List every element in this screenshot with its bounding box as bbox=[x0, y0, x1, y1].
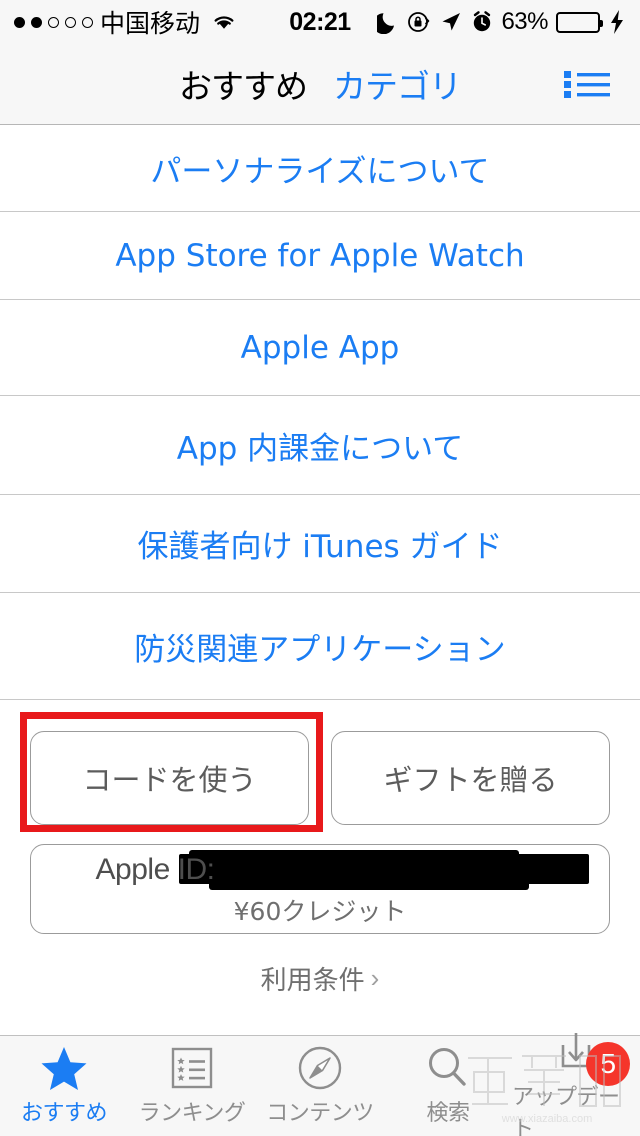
list-bullet-icon[interactable] bbox=[562, 66, 612, 102]
tab-contents[interactable]: コンテンツ bbox=[256, 1036, 384, 1136]
link-label: App 内課金について bbox=[176, 430, 464, 467]
terms-of-use-link[interactable]: 利用条件 › bbox=[0, 960, 640, 997]
tab-label: アップデート bbox=[512, 1085, 620, 1136]
chevron-right-icon: › bbox=[370, 963, 380, 993]
star-icon bbox=[40, 1045, 88, 1091]
link-label: Apple App bbox=[240, 329, 400, 366]
navigation-bar: おすすめ カテゴリ bbox=[0, 44, 640, 125]
location-arrow-icon bbox=[442, 13, 461, 31]
compass-icon bbox=[297, 1045, 343, 1091]
list-item[interactable]: App Store for Apple Watch bbox=[0, 212, 640, 300]
status-bar-clock: 02:21 bbox=[289, 7, 351, 36]
do-not-disturb-moon-icon bbox=[377, 13, 395, 34]
signal-strength-dots bbox=[14, 16, 93, 28]
list-item[interactable]: App 内課金について bbox=[0, 396, 640, 495]
account-action-buttons: コードを使う ギフトを贈る bbox=[0, 731, 640, 825]
list-item[interactable]: 保護者向け iTunes ガイド bbox=[0, 495, 640, 593]
tab-search[interactable]: 検索 bbox=[384, 1036, 512, 1136]
send-gift-label: ギフトを贈る bbox=[383, 763, 558, 797]
nav-categories-link[interactable]: カテゴリ bbox=[333, 60, 462, 108]
lightning-bolt-icon bbox=[611, 10, 623, 34]
tab-label: おすすめ bbox=[20, 1101, 108, 1126]
app-screen: 中国移动 02:21 63% おすすめ カテゴリ パーソナライズについて App… bbox=[0, 0, 640, 1136]
terms-label: 利用条件 bbox=[260, 966, 365, 996]
link-label: 防災関連アプリケーション bbox=[134, 631, 506, 668]
apple-id-account-button[interactable]: Apple ID: ¥60クレジット bbox=[30, 844, 610, 934]
nav-segmented-titles: おすすめ カテゴリ bbox=[0, 60, 640, 108]
signal-dot-1 bbox=[14, 16, 25, 28]
link-label: App Store for Apple Watch bbox=[115, 237, 525, 274]
tab-featured[interactable]: おすすめ bbox=[0, 1036, 128, 1136]
list-item[interactable]: 防災関連アプリケーション bbox=[0, 593, 640, 700]
battery-percentage: 63% bbox=[501, 8, 548, 35]
status-bar: 中国移动 02:21 63% bbox=[0, 0, 640, 44]
signal-dot-2 bbox=[31, 16, 42, 28]
battery-icon bbox=[556, 11, 603, 33]
tab-label: 検索 bbox=[426, 1101, 470, 1126]
rotation-lock-icon bbox=[408, 12, 430, 32]
store-credit-label: ¥60クレジット bbox=[233, 897, 407, 926]
search-magnifier-icon bbox=[425, 1045, 471, 1091]
page-title[interactable]: おすすめ bbox=[179, 60, 308, 108]
tab-label: ランキング bbox=[138, 1101, 246, 1126]
wifi-icon bbox=[214, 16, 234, 29]
tab-updates[interactable]: アップデート 5 bbox=[512, 1033, 640, 1136]
updates-count-badge: 5 bbox=[586, 1042, 631, 1086]
ranking-list-icon bbox=[170, 1045, 214, 1091]
tab-ranking[interactable]: ランキング bbox=[128, 1036, 256, 1136]
promo-link-list: パーソナライズについて App Store for Apple Watch Ap… bbox=[0, 125, 640, 700]
list-item[interactable]: パーソナライズについて bbox=[0, 125, 640, 212]
redeem-code-button[interactable]: コードを使う bbox=[30, 731, 309, 825]
signal-dot-3 bbox=[48, 16, 59, 28]
link-label: パーソナライズについて bbox=[150, 153, 490, 190]
tab-bar: おすすめ ランキング コンテンツ 検索 アップデート 5 bbox=[0, 1033, 640, 1136]
status-bar-right: 63% bbox=[377, 8, 626, 36]
apple-id-redaction-bar bbox=[179, 850, 589, 890]
signal-dot-5 bbox=[82, 16, 93, 28]
send-gift-button[interactable]: ギフトを贈る bbox=[331, 731, 610, 825]
redeem-code-label: コードを使う bbox=[82, 763, 257, 797]
apple-id-line: Apple ID: bbox=[31, 850, 609, 890]
apple-id-label: Apple ID: bbox=[95, 853, 215, 886]
signal-dot-4 bbox=[65, 16, 76, 28]
link-label: 保護者向け iTunes ガイド bbox=[137, 529, 503, 565]
status-bar-left: 中国移动 bbox=[14, 4, 238, 40]
tab-label: コンテンツ bbox=[266, 1101, 374, 1126]
list-item[interactable]: Apple App bbox=[0, 300, 640, 396]
carrier-name: 中国移动 bbox=[100, 9, 201, 38]
alarm-clock-icon bbox=[474, 11, 491, 32]
